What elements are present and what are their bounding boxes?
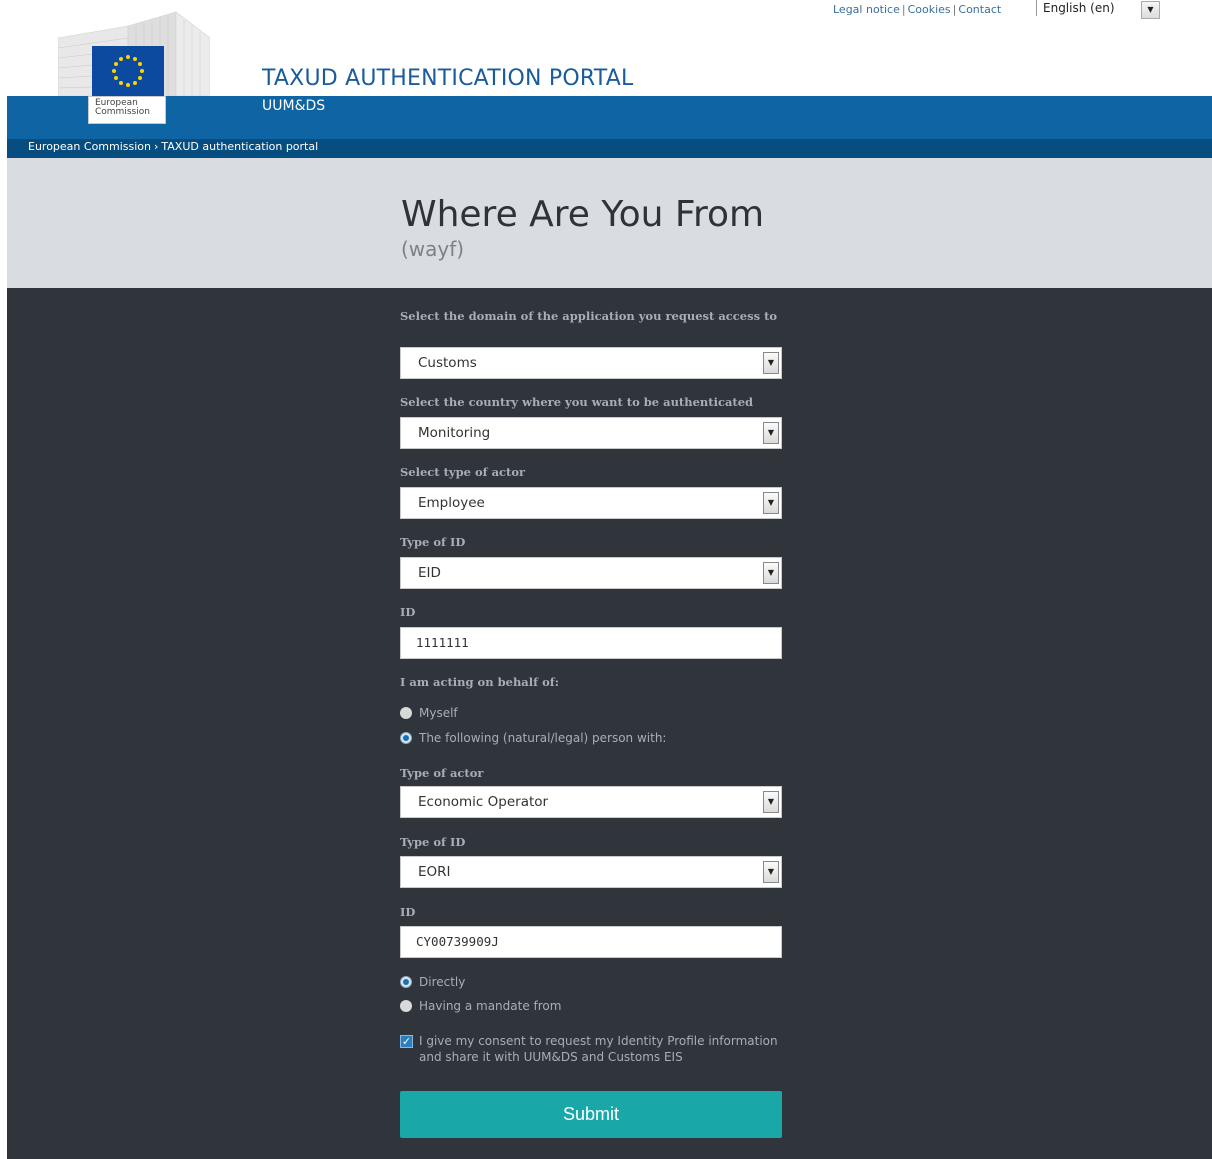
id-type-2-select[interactable]: EORI ▼ [400,856,782,888]
id-type-select[interactable]: EID ▼ [400,557,782,589]
radio-mandate-button[interactable] [400,1000,412,1012]
language-dropdown-button[interactable]: ▼ [1141,1,1160,19]
radio-myself[interactable]: Myself [400,706,458,720]
actor-type-select[interactable]: Employee ▼ [400,487,782,519]
page-subtitle: (wayf) [401,237,465,261]
radio-directly[interactable]: Directly [400,975,465,989]
country-select-value: Monitoring [418,425,491,441]
behalf-label: I am acting on behalf of: [400,675,559,689]
actor-type-label: Select type of actor [400,465,526,479]
utility-links: Legal notice | Cookies | Contact [833,3,1001,16]
page-title: Where Are You From [401,194,765,235]
chevron-down-icon: ▼ [763,562,779,584]
legal-notice-link[interactable]: Legal notice [833,3,900,16]
id-input-value: 1111111 [416,635,469,650]
chevron-down-icon: ▼ [763,352,779,374]
country-label: Select the country where you want to be … [400,395,754,409]
european-commission-logo-label: European Commission [88,96,166,124]
chevron-down-icon: ▼ [763,422,779,444]
actor-type-2-select-value: Economic Operator [418,794,549,810]
consent-checkbox[interactable]: ✓ [400,1035,413,1048]
breadcrumb-item-european-commission[interactable]: European Commission [28,140,151,153]
consent-row: ✓ I give my consent to request my Identi… [400,1033,783,1065]
site-title: TAXUD AUTHENTICATION PORTAL [262,66,634,91]
radio-myself-button[interactable] [400,707,412,719]
id-type-2-label: Type of ID [400,835,466,849]
radio-mandate[interactable]: Having a mandate from [400,999,561,1013]
cookies-link[interactable]: Cookies [908,3,951,16]
id-type-select-value: EID [418,565,441,581]
id-2-input[interactable]: CY00739909J [400,926,782,958]
submit-button[interactable]: Submit [400,1091,782,1138]
chevron-down-icon: ▼ [763,791,779,813]
id-label: ID [400,605,416,619]
breadcrumb-separator-icon: › [154,140,159,153]
id-2-label: ID [400,905,416,919]
breadcrumb: European Commission › TAXUD authenticati… [28,140,318,153]
language-select[interactable]: English (en) [1036,0,1115,16]
id-input[interactable]: 1111111 [400,627,782,659]
actor-type-2-select[interactable]: Economic Operator ▼ [400,786,782,818]
consent-text: I give my consent to request my Identity… [419,1034,778,1064]
radio-directly-button[interactable] [400,976,412,988]
breadcrumb-item-portal: TAXUD authentication portal [161,140,319,153]
id-type-label: Type of ID [400,535,466,549]
domain-select-value: Customs [418,355,477,371]
site-subtitle: UUM&DS [262,98,326,114]
eu-flag-icon [92,46,164,96]
link-separator: | [901,3,906,16]
radio-directly-label: Directly [419,975,466,989]
actor-type-select-value: Employee [418,495,485,511]
domain-select[interactable]: Customs ▼ [400,347,782,379]
radio-myself-label: Myself [419,706,458,720]
id-type-2-select-value: EORI [418,864,451,880]
domain-label: Select the domain of the application you… [400,309,778,323]
country-select[interactable]: Monitoring ▼ [400,417,782,449]
radio-other-person-label: The following (natural/legal) person wit… [419,731,667,745]
radio-other-person-button[interactable] [400,732,412,744]
radio-mandate-label: Having a mandate from [419,999,562,1013]
link-separator: | [952,3,957,16]
contact-link[interactable]: Contact [958,3,1001,16]
radio-other-person[interactable]: The following (natural/legal) person wit… [400,731,666,745]
id-2-input-value: CY00739909J [416,934,499,949]
header-band [7,96,1212,139]
actor-type-2-label: Type of actor [400,766,484,780]
chevron-down-icon: ▼ [763,492,779,514]
chevron-down-icon: ▼ [763,861,779,883]
